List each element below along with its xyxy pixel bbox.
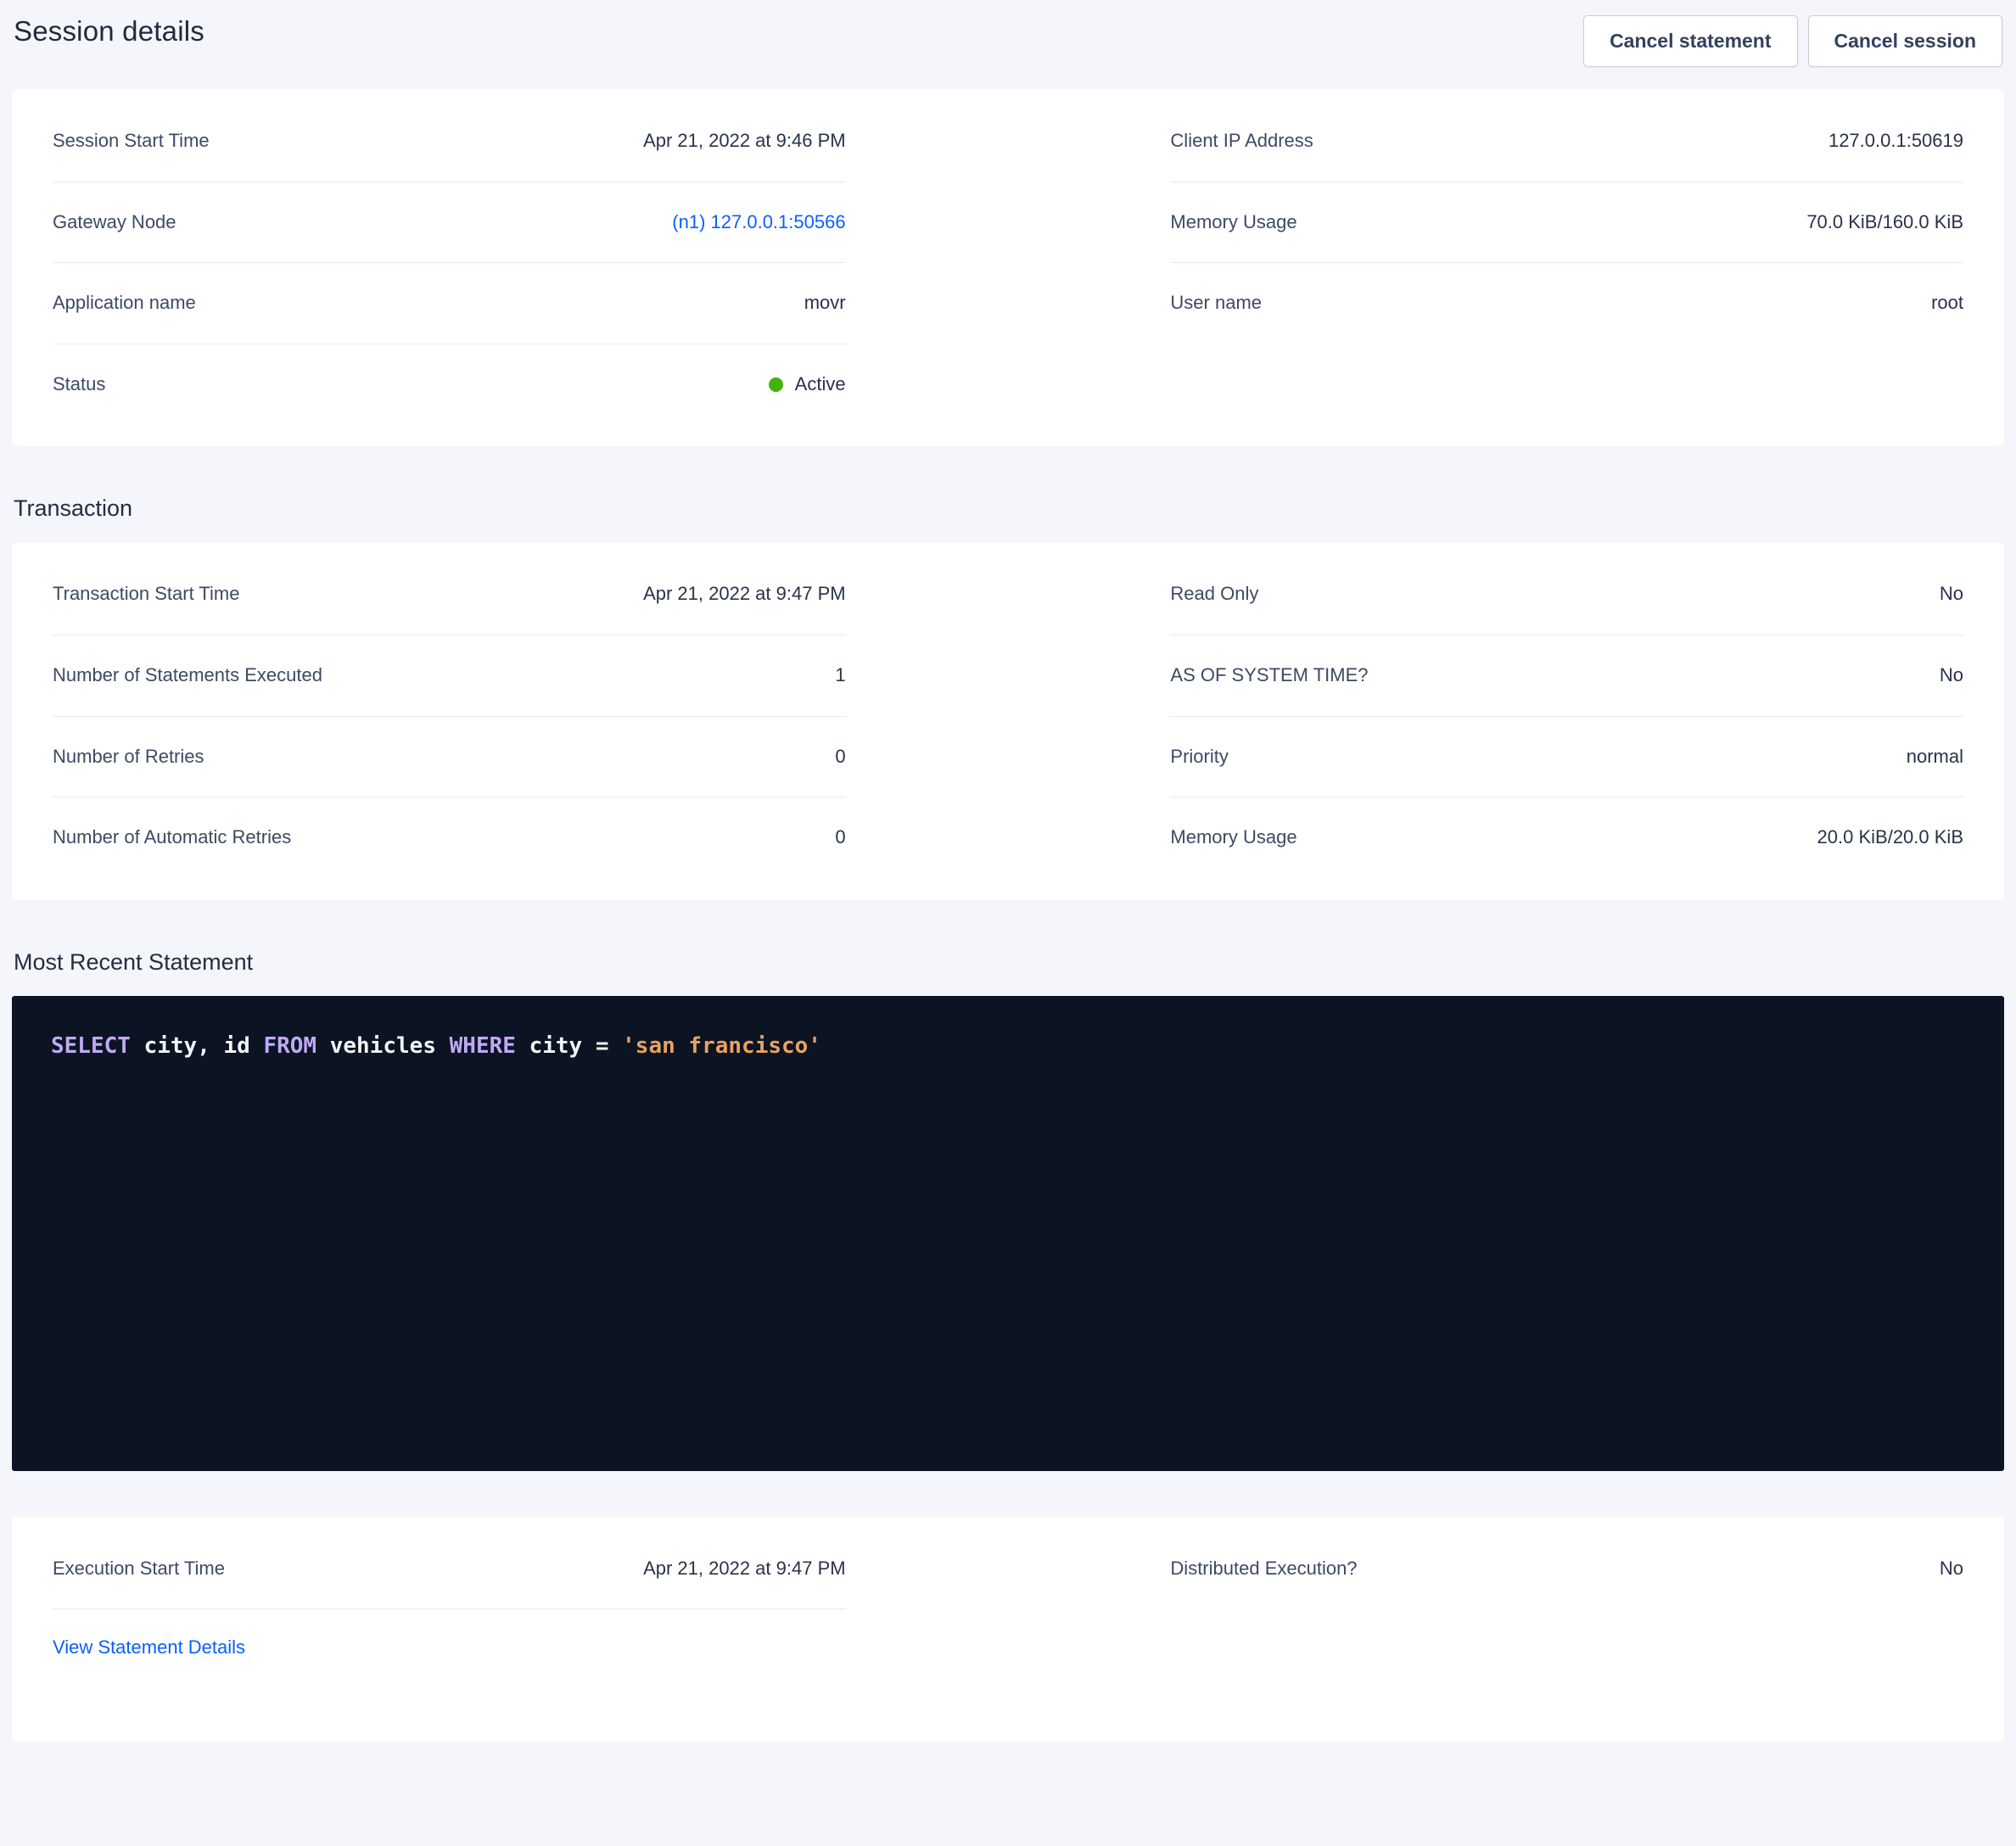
sql-keyword: WHERE bbox=[450, 1033, 516, 1059]
sql-text: city, id bbox=[131, 1033, 264, 1059]
execution-details-card: Execution Start Time Apr 21, 2022 at 9:4… bbox=[12, 1517, 2004, 1742]
transaction-right-column: Read Only No AS OF SYSTEM TIME? No Prior… bbox=[1170, 554, 1963, 877]
sql-statement-box: SELECT city, id FROM vehicles WHERE city… bbox=[12, 996, 2004, 1471]
sql-keyword: FROM bbox=[263, 1033, 316, 1059]
table-row: Number of Statements Executed 1 bbox=[53, 635, 846, 717]
client-ip-value: 127.0.0.1:50619 bbox=[1828, 129, 1963, 154]
page-title: Session details bbox=[14, 15, 204, 48]
sql-string-literal: 'san francisco' bbox=[622, 1033, 821, 1059]
table-row: Execution Start Time Apr 21, 2022 at 9:4… bbox=[53, 1529, 846, 1610]
session-memory-usage-value: 70.0 KiB/160.0 KiB bbox=[1806, 210, 1963, 235]
statements-executed-value: 1 bbox=[835, 663, 845, 688]
client-ip-label: Client IP Address bbox=[1170, 129, 1313, 154]
table-row: Distributed Execution? No bbox=[1170, 1529, 1963, 1609]
user-name-label: User name bbox=[1170, 291, 1262, 316]
statements-executed-label: Number of Statements Executed bbox=[53, 663, 322, 688]
number-of-retries-value: 0 bbox=[835, 745, 845, 769]
table-row: Number of Retries 0 bbox=[53, 717, 846, 798]
transaction-memory-usage-label: Memory Usage bbox=[1170, 825, 1296, 850]
session-summary-right-column: Client IP Address 127.0.0.1:50619 Memory… bbox=[1170, 101, 1963, 424]
most-recent-statement-heading: Most Recent Statement bbox=[14, 949, 2002, 976]
table-row: User name root bbox=[1170, 263, 1963, 344]
table-row: Status Active bbox=[53, 344, 846, 425]
session-memory-usage-label: Memory Usage bbox=[1170, 210, 1296, 235]
gateway-node-label: Gateway Node bbox=[53, 210, 176, 235]
sql-statement-text: SELECT city, id FROM vehicles WHERE city… bbox=[51, 1033, 821, 1059]
user-name-value: root bbox=[1931, 291, 1963, 316]
cancel-statement-button[interactable]: Cancel statement bbox=[1583, 15, 1797, 67]
transaction-memory-usage-value: 20.0 KiB/20.0 KiB bbox=[1817, 825, 1963, 850]
table-row: Memory Usage 70.0 KiB/160.0 KiB bbox=[1170, 182, 1963, 264]
session-start-time-label: Session Start Time bbox=[53, 129, 210, 154]
table-row: Application name movr bbox=[53, 263, 846, 344]
table-row: Memory Usage 20.0 KiB/20.0 KiB bbox=[1170, 797, 1963, 878]
priority-label: Priority bbox=[1170, 745, 1228, 769]
sql-text: vehicles bbox=[316, 1033, 450, 1059]
as-of-system-time-value: No bbox=[1940, 663, 1963, 688]
table-row: AS OF SYSTEM TIME? No bbox=[1170, 635, 1963, 717]
transaction-card: Transaction Start Time Apr 21, 2022 at 9… bbox=[12, 542, 2004, 899]
status-value: Active bbox=[795, 372, 846, 397]
priority-value: normal bbox=[1907, 745, 1963, 769]
active-status-dot-icon bbox=[769, 378, 783, 392]
gateway-node-link[interactable]: (n1) 127.0.0.1:50566 bbox=[672, 210, 845, 235]
session-start-time-value: Apr 21, 2022 at 9:46 PM bbox=[643, 129, 846, 154]
transaction-section-heading: Transaction bbox=[14, 495, 2002, 522]
status-badge: Active bbox=[769, 372, 846, 397]
execution-start-time-label: Execution Start Time bbox=[53, 1557, 225, 1581]
sql-keyword: SELECT bbox=[51, 1033, 131, 1059]
transaction-left-column: Transaction Start Time Apr 21, 2022 at 9… bbox=[53, 554, 846, 877]
transaction-start-time-value: Apr 21, 2022 at 9:47 PM bbox=[643, 582, 846, 607]
table-row: Number of Automatic Retries 0 bbox=[53, 797, 846, 878]
automatic-retries-label: Number of Automatic Retries bbox=[53, 825, 291, 850]
table-row: Session Start Time Apr 21, 2022 at 9:46 … bbox=[53, 101, 846, 182]
status-label: Status bbox=[53, 372, 105, 397]
header-actions: Cancel statement Cancel session bbox=[1583, 15, 2002, 67]
session-summary-left-column: Session Start Time Apr 21, 2022 at 9:46 … bbox=[53, 101, 846, 424]
table-row: Gateway Node (n1) 127.0.0.1:50566 bbox=[53, 182, 846, 264]
table-row: Client IP Address 127.0.0.1:50619 bbox=[1170, 101, 1963, 182]
distributed-execution-label: Distributed Execution? bbox=[1170, 1557, 1357, 1581]
execution-left-column: Execution Start Time Apr 21, 2022 at 9:4… bbox=[53, 1529, 846, 1668]
application-name-value: movr bbox=[804, 291, 846, 316]
view-statement-details-link[interactable]: View Statement Details bbox=[53, 1636, 245, 1658]
automatic-retries-value: 0 bbox=[835, 825, 845, 850]
execution-start-time-value: Apr 21, 2022 at 9:47 PM bbox=[643, 1557, 846, 1581]
read-only-value: No bbox=[1940, 582, 1963, 607]
table-row: Read Only No bbox=[1170, 554, 1963, 635]
page-header: Session details Cancel statement Cancel … bbox=[12, 10, 2004, 89]
session-details-page: Session details Cancel statement Cancel … bbox=[0, 0, 2016, 1752]
number-of-retries-label: Number of Retries bbox=[53, 745, 204, 769]
view-statement-details-row: View Statement Details bbox=[53, 1609, 846, 1667]
table-row: Priority normal bbox=[1170, 717, 1963, 798]
execution-right-column: Distributed Execution? No bbox=[1170, 1529, 1963, 1609]
read-only-label: Read Only bbox=[1170, 582, 1258, 607]
cancel-session-button[interactable]: Cancel session bbox=[1808, 15, 2002, 67]
session-summary-card: Session Start Time Apr 21, 2022 at 9:46 … bbox=[12, 89, 2004, 446]
table-row: Transaction Start Time Apr 21, 2022 at 9… bbox=[53, 554, 846, 635]
transaction-start-time-label: Transaction Start Time bbox=[53, 582, 239, 607]
as-of-system-time-label: AS OF SYSTEM TIME? bbox=[1170, 663, 1368, 688]
sql-text: city = bbox=[516, 1033, 622, 1059]
application-name-label: Application name bbox=[53, 291, 196, 316]
distributed-execution-value: No bbox=[1940, 1557, 1963, 1581]
